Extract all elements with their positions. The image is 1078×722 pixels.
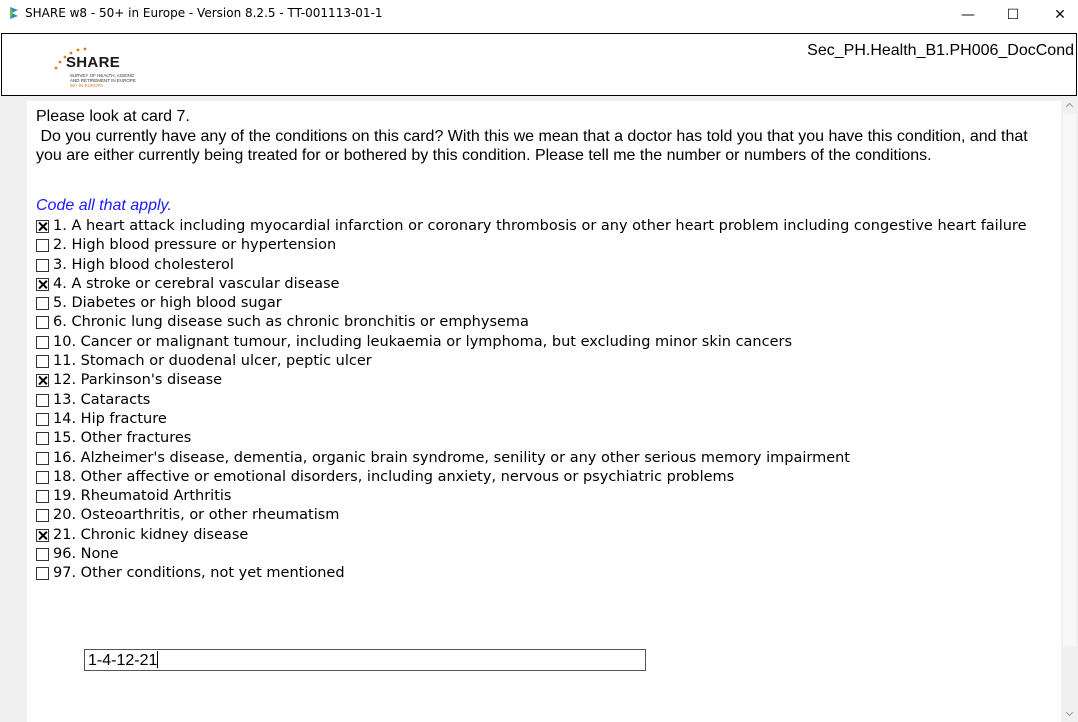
checkbox[interactable]	[36, 297, 49, 311]
checkbox-checked[interactable]	[36, 277, 49, 291]
condition-option[interactable]: 1. A heart attack including myocardial i…	[36, 217, 1046, 236]
answer-field[interactable]: 1-4-12-21	[84, 649, 646, 671]
condition-option[interactable]: 13. Cataracts	[36, 391, 1046, 410]
condition-option[interactable]: 11. Stomach or duodenal ulcer, peptic ul…	[36, 352, 1046, 371]
checkbox[interactable]	[36, 239, 49, 253]
checkbox[interactable]	[36, 490, 49, 504]
window-title: SHARE w8 - 50+ in Europe - Version 8.2.5…	[25, 6, 383, 20]
survey-header: SHARE SURVEY OF HEALTH, AGEING AND RETIR…	[1, 33, 1077, 96]
condition-option-label: 20. Osteoarthritis, or other rheumatism	[53, 507, 340, 524]
checkbox[interactable]	[36, 355, 49, 369]
condition-option[interactable]: 15. Other fractures	[36, 429, 1046, 448]
scroll-thumb[interactable]	[1063, 114, 1076, 646]
condition-option[interactable]: 16. Alzheimer's disease, dementia, organ…	[36, 449, 1046, 468]
condition-option-label: 18. Other affective or emotional disorde…	[53, 468, 735, 485]
interviewer-instruction: Code all that apply.	[36, 197, 172, 214]
condition-option-label: 11. Stomach or duodenal ulcer, peptic ul…	[53, 353, 372, 370]
condition-option-label: 13. Cataracts	[53, 391, 151, 408]
vertical-scrollbar[interactable]	[1061, 96, 1078, 722]
condition-option-label: 21. Chronic kidney disease	[53, 526, 249, 543]
maximize-icon: ☐	[1006, 7, 1020, 23]
checkbox-checked[interactable]	[36, 220, 49, 233]
condition-option-label: 4. A stroke or cerebral vascular disease	[53, 275, 340, 292]
logo-subtitle-3: 50+ IN EUROPA	[70, 83, 104, 88]
question-panel: Please look at card 7. Do you currently …	[27, 101, 1061, 722]
condition-option-label: 14. Hip fracture	[53, 410, 167, 427]
condition-option-label: 19. Rheumatoid Arthritis	[53, 488, 232, 505]
condition-option[interactable]: 5. Diabetes or high blood sugar	[36, 294, 1046, 313]
checkbox[interactable]	[36, 258, 49, 272]
question-body: Do you currently have any of the conditi…	[36, 127, 1033, 165]
scroll-up-button[interactable]	[1061, 96, 1078, 113]
condition-option[interactable]: 2. High blood pressure or hypertension	[36, 236, 1046, 255]
checkbox[interactable]	[36, 451, 49, 465]
checkbox[interactable]	[36, 335, 49, 349]
condition-option[interactable]: 21. Chronic kidney disease	[36, 526, 1046, 545]
condition-option-label: 16. Alzheimer's disease, dementia, organ…	[53, 449, 850, 466]
condition-option-label: 1. A heart attack including myocardial i…	[53, 218, 1027, 234]
checkbox-checked[interactable]	[36, 528, 49, 542]
condition-option-label: 10. Cancer or malignant tumour, includin…	[53, 333, 793, 350]
answer-value: 1-4-12-21	[88, 652, 158, 669]
section-identifier: Sec_PH.Health_B1.PH006_DocCond	[807, 42, 1074, 59]
condition-option-label: 2. High blood pressure or hypertension	[53, 237, 337, 254]
condition-option[interactable]: 12. Parkinson's disease	[36, 371, 1046, 390]
minimize-button[interactable]: —	[946, 0, 990, 30]
condition-option-label: 5. Diabetes or high blood sugar	[53, 295, 282, 312]
condition-option-label: 97. Other conditions, not yet mentioned	[53, 565, 345, 582]
scroll-down-button[interactable]	[1061, 705, 1078, 722]
logo-word: SHARE	[66, 54, 121, 71]
checkbox[interactable]	[36, 548, 49, 562]
maximize-button[interactable]: ☐	[991, 0, 1035, 30]
condition-option[interactable]: 96. None	[36, 545, 1046, 564]
condition-option[interactable]: 14. Hip fracture	[36, 410, 1046, 429]
condition-options-list: 1. A heart attack including myocardial i…	[36, 217, 1046, 584]
checkbox[interactable]	[36, 432, 49, 446]
checkbox[interactable]	[36, 509, 49, 523]
condition-option-label: 96. None	[53, 546, 119, 563]
condition-option-label: 15. Other fractures	[53, 430, 192, 447]
condition-option[interactable]: 4. A stroke or cerebral vascular disease	[36, 275, 1046, 294]
chevron-down-icon	[1065, 711, 1074, 716]
condition-option-label: 6. Chronic lung disease such as chronic …	[53, 314, 529, 331]
chevron-up-icon	[1065, 102, 1074, 107]
share-logo: SHARE SURVEY OF HEALTH, AGEING AND RETIR…	[50, 42, 180, 90]
close-icon: ✕	[1054, 7, 1066, 23]
condition-option[interactable]: 20. Osteoarthritis, or other rheumatism	[36, 506, 1046, 525]
condition-option[interactable]: 6. Chronic lung disease such as chronic …	[36, 313, 1046, 332]
minimize-icon: —	[961, 7, 975, 23]
title-bar: SHARE w8 - 50+ in Europe - Version 8.2.5…	[0, 0, 1078, 33]
checkbox[interactable]	[36, 470, 49, 484]
condition-option-label: 12. Parkinson's disease	[53, 372, 223, 389]
condition-option[interactable]: 3. High blood cholesterol	[36, 256, 1046, 275]
condition-option[interactable]: 10. Cancer or malignant tumour, includin…	[36, 333, 1046, 352]
checkbox[interactable]	[36, 316, 49, 330]
checkbox[interactable]	[36, 393, 49, 407]
close-button[interactable]: ✕	[1042, 0, 1078, 30]
question-card-line: Please look at card 7.	[36, 108, 190, 125]
condition-option[interactable]: 97. Other conditions, not yet mentioned	[36, 564, 1046, 583]
checkbox-checked[interactable]	[36, 374, 49, 388]
question-text: Please look at card 7. Do you currently …	[36, 107, 1046, 166]
condition-option[interactable]: 18. Other affective or emotional disorde…	[36, 468, 1046, 487]
app-icon	[10, 7, 18, 19]
condition-option-label: 3. High blood cholesterol	[53, 256, 234, 273]
condition-option[interactable]: 19. Rheumatoid Arthritis	[36, 487, 1046, 506]
content-frame: Please look at card 7. Do you currently …	[0, 96, 1078, 722]
checkbox[interactable]	[36, 567, 49, 581]
checkbox[interactable]	[36, 412, 49, 426]
text-caret	[157, 651, 159, 668]
